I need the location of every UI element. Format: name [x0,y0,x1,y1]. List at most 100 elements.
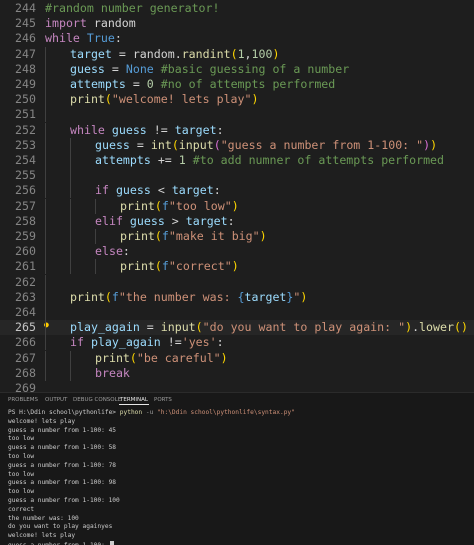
code-token: , [244,46,252,61]
code-token: : [114,31,122,46]
code-token: attempts [70,77,126,91]
code-token: "too low" [168,198,232,213]
code-line[interactable]: 259 print(f"make it big") [0,229,474,244]
terminal-line: welcome! lets play [8,532,468,541]
line-number: 265 [15,320,36,335]
indent-guide [70,259,71,275]
line-number: 256 [15,183,36,198]
tab-problems[interactable]: PROBLEMS [7,393,39,407]
terminal-output[interactable]: PS H:\Ddin school\pythonlife> python -u … [8,409,468,545]
code-token: ( [213,137,221,152]
tab-ports[interactable]: PORTS [153,393,173,407]
code-token: print [120,259,155,274]
code-line[interactable]: 257 print(f"too low") [0,198,474,214]
code-line[interactable]: 266 if play_again !='yes': [0,335,474,351]
indent-guide [45,198,46,214]
code-token: ) [231,259,239,274]
code-line[interactable]: 267 print("be careful") [0,350,474,366]
terminal-line: guess a number from 1-100: 58 [8,444,468,453]
code-token: guess [129,213,165,228]
line-number: 252 [15,122,36,137]
indent-guide [70,365,71,381]
indent-guide [95,259,96,275]
code-line[interactable]: 250 print("welcome! lets play") [0,92,474,108]
indent-guide [45,213,46,229]
code-line[interactable]: 248 guess = None #basic guessing of a num… [0,61,474,77]
terminal-line-text: too low [8,488,35,496]
indent-guide [45,335,46,351]
code-token: ) [300,289,308,304]
terminal-line-text: welcome! lets play [8,532,76,540]
code-line[interactable]: 256 if guess < target: [0,183,474,199]
code-token: != [160,335,182,350]
code-line[interactable]: 263 print(f"the number was: {target}") [0,289,474,305]
code-token: 'yes' [181,335,217,350]
code-editor[interactable]: 244 #random number generator! 245 import ra… [0,0,474,392]
line-number: 251 [15,107,36,122]
panel-tabs: PROBLEMS OUTPUT DEBUG CONSOLE TERMINAL PORTS [0,393,474,407]
line-number: 269 [15,381,36,392]
code-line[interactable]: 261 print(f"correct") [0,259,474,275]
line-number: 250 [15,92,36,107]
code-token: "be careful" [136,350,221,365]
tab-output[interactable]: OUTPUT [44,393,68,407]
code-token: 1 [237,46,245,61]
code-token: ) [405,320,413,335]
indent-guide [70,213,71,229]
terminal-line-text: correct [8,505,35,513]
code-line[interactable]: 265 ● play_again = input("do you want to p… [0,320,474,336]
code-token: target [171,183,214,198]
code-token: f [161,259,169,274]
code-token: ( [104,289,112,304]
code-token: ) [430,137,438,152]
code-line[interactable]: 255 [0,168,474,184]
indent-guide [45,289,46,305]
code-text: import random [45,16,136,31]
code-line[interactable]: 249 attempts = 0 #no of attempts performe… [0,77,474,92]
code-line[interactable]: 245 import random [0,16,474,31]
code-token: target [244,289,287,304]
terminal-line-text: guess a number from 1-100: 98 [8,479,117,487]
code-line[interactable]: 262 [0,274,474,290]
code-text: print(f"make it big") [120,229,267,244]
tab-debug-console[interactable]: DEBUG CONSOLE [72,393,122,407]
code-line[interactable]: 251 [0,107,474,123]
code-text: #random number generator! [45,1,220,16]
code-line[interactable]: 269 [0,381,474,392]
indent-guide [95,229,96,244]
code-token: play_again [70,320,140,335]
code-token: input [178,137,214,152]
line-number: 261 [15,259,36,274]
code-token: #to add numner of attempts performed [192,153,445,167]
code-line[interactable]: 264 [0,305,474,320]
code-line[interactable]: 260 else: [0,244,474,260]
terminal-line-text: too low [8,435,35,443]
code-line[interactable]: 253 guess = int(input("guess a number fro… [0,137,474,153]
code-token: : [227,213,235,228]
code-line[interactable]: 246 while True: [0,31,474,46]
code-token: randint [181,46,231,61]
indent-guide [70,229,71,244]
line-number: 253 [15,137,36,152]
code-line[interactable]: 258 elif guess > target: [0,213,474,229]
line-number: 254 [15,153,36,167]
code-token: ( [230,46,238,61]
line-number: 248 [15,61,36,76]
indent-guide [45,153,46,168]
terminal-line-text: guess a number from 1-100: 58 [8,444,117,452]
code-line[interactable]: 268 break [0,365,474,381]
terminal-line: guess a number from 1-100: 45 [8,427,468,436]
code-line[interactable]: 244 #random number generator! [0,1,474,16]
code-line[interactable]: 252 while guess != target: [0,122,474,138]
code-line[interactable]: 254 attempts += 1 #to add numner of attem… [0,153,474,168]
indent-guide [45,320,46,336]
tab-terminal[interactable]: TERMINAL [119,393,149,405]
code-token: play_again [90,335,161,350]
code-token: = [139,320,161,335]
code-token: f [111,289,119,304]
code-line[interactable]: 247 target = random.randint(1,100) [0,46,474,62]
indent-guide [45,274,46,290]
line-number: 268 [15,365,36,380]
